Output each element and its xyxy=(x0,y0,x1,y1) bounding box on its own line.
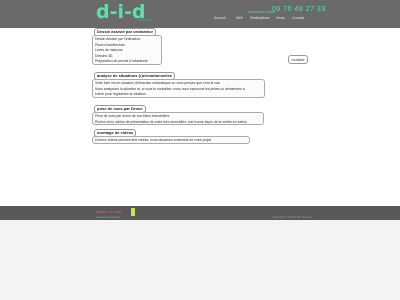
nav-item-devis[interactable]: Devis xyxy=(276,16,285,20)
section-box-analyse: Votre bien est en situation d'infraction… xyxy=(92,79,265,98)
footer-website[interactable]: www.ateliers-did.be xyxy=(96,215,120,219)
nav-item-realisations[interactable]: Réalisations xyxy=(250,16,270,20)
nav-item-defi[interactable]: Défi xyxy=(236,16,242,20)
nav-item-contact[interactable]: Contact xyxy=(292,16,304,20)
footer-copyright: Copyright © Tous droits réservés xyxy=(272,215,313,219)
section-line: Photos et/ou vidéos de présentation de v… xyxy=(95,119,248,124)
nav-item-accueil[interactable]: Accueil xyxy=(214,16,226,20)
footer-company: ateliers d-i-d sprl xyxy=(96,210,122,214)
section-line: Donnez vidéos peuvent être créées, nous … xyxy=(95,138,212,142)
section-box-video: Donnez vidéos peuvent être créées, nous … xyxy=(92,136,250,144)
main-content: contact Dessin assisté par ordinateur De… xyxy=(0,28,400,206)
section-line: Préparation de permis d'urbanisme xyxy=(95,59,148,63)
section-line: suivre pour régulariser la situation. xyxy=(95,92,147,96)
contact-button[interactable]: contact xyxy=(288,55,308,64)
section-box-dao: Dessin Assisté par Ordinateur. Plans d'a… xyxy=(92,35,162,65)
site-footer: ateliers d-i-d sprl www.ateliers-did.be … xyxy=(0,206,400,220)
site-header: d-i-d ateliers contactez-nous 06 70 48 2… xyxy=(0,0,400,28)
header-phone[interactable]: 06 70 48 27 33 xyxy=(272,6,326,13)
footer-logo-mark xyxy=(131,208,135,216)
section-box-drone: Prise de vues par drone de vos biens imm… xyxy=(92,112,264,125)
logo-subtitle: ateliers xyxy=(138,17,151,22)
